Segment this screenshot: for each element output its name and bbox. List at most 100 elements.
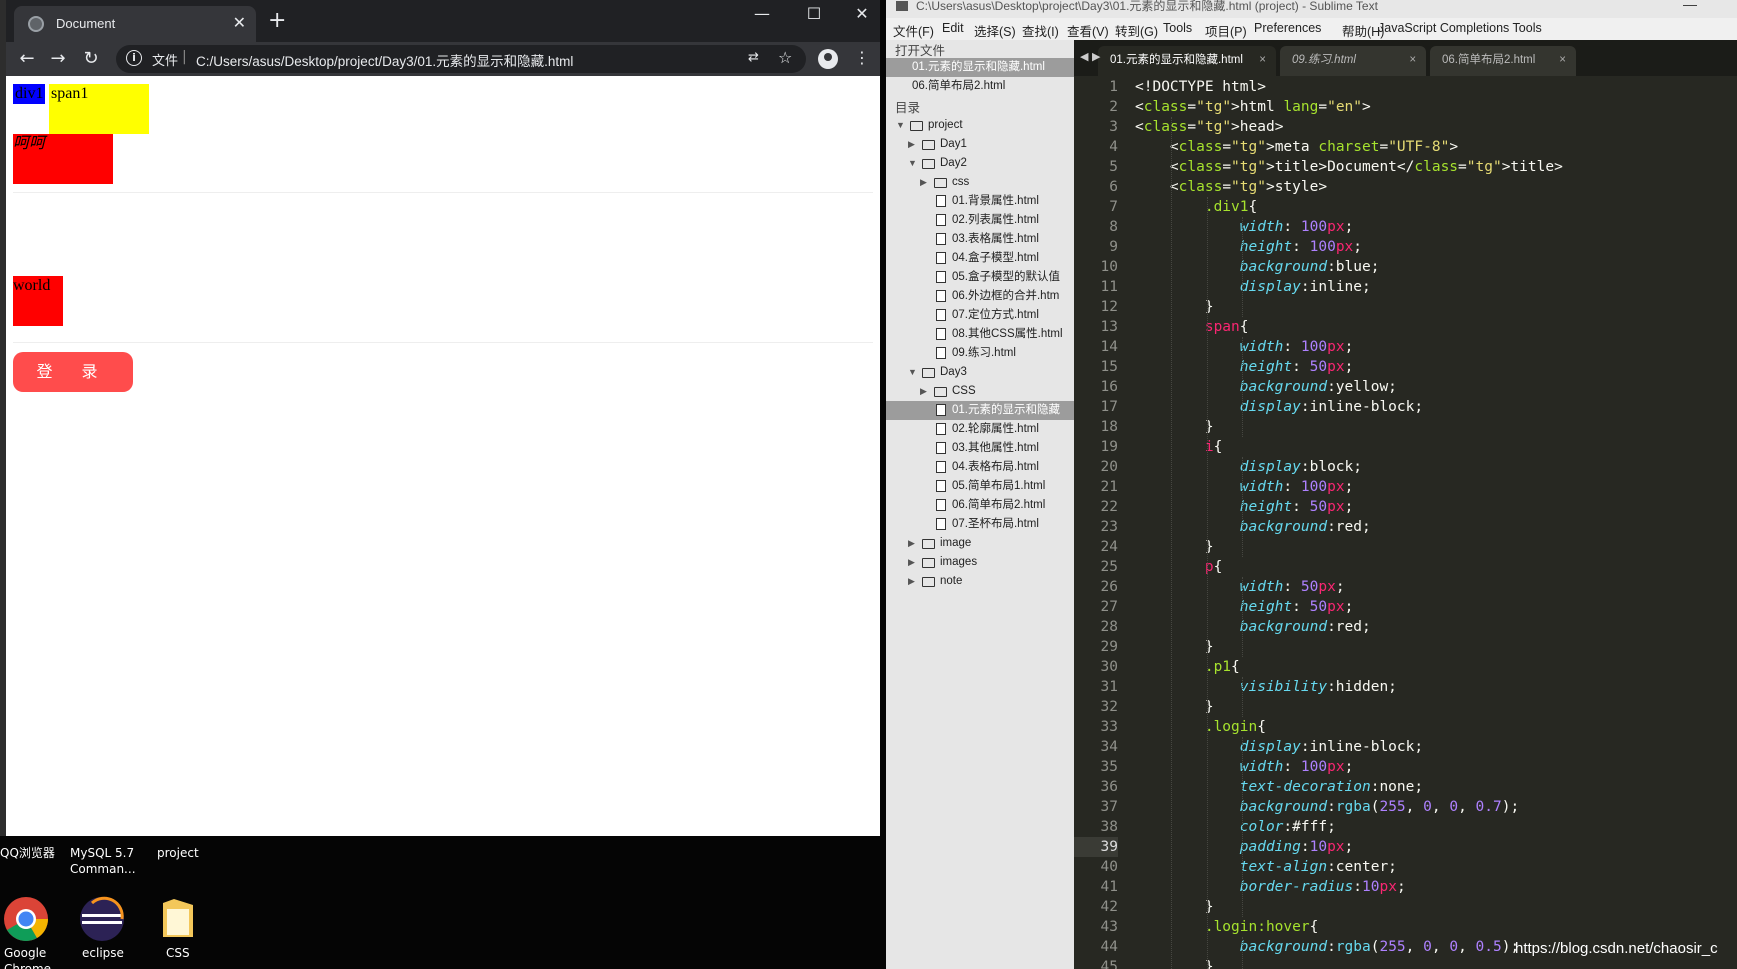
tree-folder-item[interactable]: ▶ images: [886, 553, 1074, 572]
chevron-right-icon[interactable]: ▶: [908, 553, 915, 572]
browser-tab[interactable]: Document ✕: [14, 6, 256, 42]
code-line: }: [1135, 419, 1214, 435]
editor-tab[interactable]: 06.简单布局2.html ×: [1430, 46, 1576, 76]
folder-icon: [922, 140, 935, 150]
chevron-down-icon[interactable]: ▼: [908, 154, 917, 173]
folder-icon: [934, 178, 947, 188]
code-line: .p1{: [1204, 659, 1240, 675]
chevron-right-icon[interactable]: ▶: [908, 572, 915, 591]
menu-item[interactable]: 查看(V): [1067, 21, 1109, 40]
open-file-item[interactable]: 01.元素的显示和隐藏.html: [886, 58, 1074, 77]
code-line: width: 100px;: [1239, 479, 1354, 495]
open-files-header: 打开文件: [895, 44, 946, 58]
horizontal-rule: [13, 192, 873, 193]
menu-item[interactable]: JavaScript Completions Tools: [1378, 21, 1542, 35]
close-tab-icon[interactable]: ×: [1559, 46, 1566, 74]
tree-file-item[interactable]: 05.盒子模型的默认值: [886, 268, 1074, 287]
menu-kebab-icon[interactable]: ⋮: [854, 48, 870, 67]
desktop-label-css[interactable]: CSS: [166, 945, 190, 961]
forward-button[interactable]: →: [47, 48, 69, 69]
tree-file-item[interactable]: 07.定位方式.html: [886, 306, 1074, 325]
tree-folder-item[interactable]: ▶ css: [886, 173, 1074, 192]
code-line: height: 50px;: [1239, 599, 1354, 615]
chevron-down-icon[interactable]: ▼: [908, 363, 917, 382]
menu-item[interactable]: Edit: [942, 21, 964, 35]
editor-tab[interactable]: 09.练习.html ×: [1280, 46, 1426, 76]
chrome-icon[interactable]: [2, 895, 50, 943]
menu-item[interactable]: 转到(G): [1115, 21, 1158, 40]
line-number: 29: [1100, 639, 1118, 655]
menu-item[interactable]: 选择(S): [974, 21, 1016, 40]
tree-file-item[interactable]: 06.外边框的合并.htm: [886, 287, 1074, 306]
editor-tab-active[interactable]: 01.元素的显示和隐藏.html ×: [1098, 46, 1276, 76]
menu-item[interactable]: 项目(P): [1205, 21, 1247, 40]
menu-item[interactable]: Preferences: [1254, 21, 1321, 35]
folder-icon[interactable]: [160, 895, 196, 941]
line-number: 39: [1074, 837, 1118, 857]
tree-file-item[interactable]: 04.盒子模型.html: [886, 249, 1074, 268]
tree-folder-item[interactable]: ▶ image: [886, 534, 1074, 553]
chevron-right-icon[interactable]: ▶: [908, 135, 915, 154]
close-tab-icon[interactable]: ×: [1409, 46, 1416, 74]
tab-nav-arrows-icon[interactable]: ◀ ▶: [1080, 50, 1100, 63]
tree-file-item[interactable]: 01.背景属性.html: [886, 192, 1074, 211]
tree-folder-item[interactable]: ▶ CSS: [886, 382, 1074, 401]
minimize-button[interactable]: —: [1683, 0, 1697, 11]
address-url[interactable]: C:/Users/asus/Desktop/project/Day3/01.元素…: [196, 50, 573, 70]
tree-file-item[interactable]: 08.其他CSS属性.html: [886, 325, 1074, 344]
login-button[interactable]: 登 录: [13, 352, 133, 392]
info-icon[interactable]: i: [126, 50, 142, 66]
back-button[interactable]: ←: [16, 48, 38, 69]
maximize-button[interactable]: ☐: [804, 4, 824, 23]
menu-item[interactable]: 查找(I): [1022, 21, 1059, 40]
account-icon[interactable]: [818, 49, 838, 69]
tree-file-item[interactable]: 03.表格属性.html: [886, 230, 1074, 249]
tree-file-item[interactable]: 02.列表属性.html: [886, 211, 1074, 230]
desktop-label-qq-browser[interactable]: QQ浏览器: [0, 845, 55, 861]
eclipse-icon[interactable]: [78, 895, 126, 943]
tree-item-label: 06.外边框的合并.htm: [952, 290, 1060, 302]
tree-file-item[interactable]: 03.其他属性.html: [886, 439, 1074, 458]
tree-item-label: 07.圣杯布局.html: [952, 518, 1039, 530]
minimize-button[interactable]: —: [752, 4, 772, 23]
line-number: 15: [1100, 359, 1118, 375]
chevron-right-icon[interactable]: ▶: [920, 173, 927, 192]
chevron-down-icon[interactable]: ▼: [896, 116, 905, 135]
tree-file-item[interactable]: 04.表格布局.html: [886, 458, 1074, 477]
menu-item[interactable]: Tools: [1163, 21, 1192, 35]
tree-file-item[interactable]: 05.简单布局1.html: [886, 477, 1074, 496]
chevron-right-icon[interactable]: ▶: [920, 382, 927, 401]
reload-button[interactable]: ↻: [80, 48, 102, 69]
tree-folder-item[interactable]: ▼ project: [886, 116, 1074, 135]
open-file-item[interactable]: 06.简单布局2.html: [886, 77, 1074, 96]
tree-file-item[interactable]: 01.元素的显示和隐藏: [886, 401, 1074, 420]
tree-file-item[interactable]: 02.轮廓属性.html: [886, 420, 1074, 439]
desktop-label-project[interactable]: project: [157, 845, 199, 861]
address-bar[interactable]: i 文件 | C:/Users/asus/Desktop/project/Day…: [116, 45, 806, 73]
new-tab-button[interactable]: +: [268, 8, 286, 33]
desktop-label-eclipse[interactable]: eclipse: [82, 945, 124, 961]
desktop-label-chrome[interactable]: Google Chrome: [4, 945, 64, 969]
code-editor[interactable]: <!DOCTYPE html> <class="tg">html lang="en…: [1129, 76, 1737, 969]
bookmark-star-icon[interactable]: ☆: [778, 48, 792, 67]
tree-folder-item[interactable]: ▶ Day1: [886, 135, 1074, 154]
chevron-right-icon[interactable]: ▶: [908, 534, 915, 553]
tree-file-item[interactable]: 06.简单布局2.html: [886, 496, 1074, 515]
line-number: 8: [1109, 219, 1118, 235]
translate-icon[interactable]: ⇄: [748, 50, 759, 65]
indent-guide: [1242, 737, 1243, 917]
code-line: width: 100px;: [1239, 759, 1354, 775]
tree-file-item[interactable]: 07.圣杯布局.html: [886, 515, 1074, 534]
tree-folder-item[interactable]: ▶ note: [886, 572, 1074, 591]
tree-folder-item[interactable]: ▼ Day2: [886, 154, 1074, 173]
menu-item[interactable]: 文件(F): [893, 21, 934, 40]
tree-file-item[interactable]: 09.练习.html: [886, 344, 1074, 363]
folder-icon: [922, 558, 935, 568]
close-tab-icon[interactable]: ✕: [233, 13, 246, 32]
code-line: .login{: [1204, 719, 1266, 735]
tree-folder-item[interactable]: ▼ Day3: [886, 363, 1074, 382]
file-icon: [936, 309, 946, 321]
close-tab-icon[interactable]: ×: [1259, 46, 1266, 74]
desktop-label-mysql[interactable]: MySQL 5.7 Comman...: [70, 845, 150, 877]
close-window-button[interactable]: ✕: [852, 4, 872, 23]
